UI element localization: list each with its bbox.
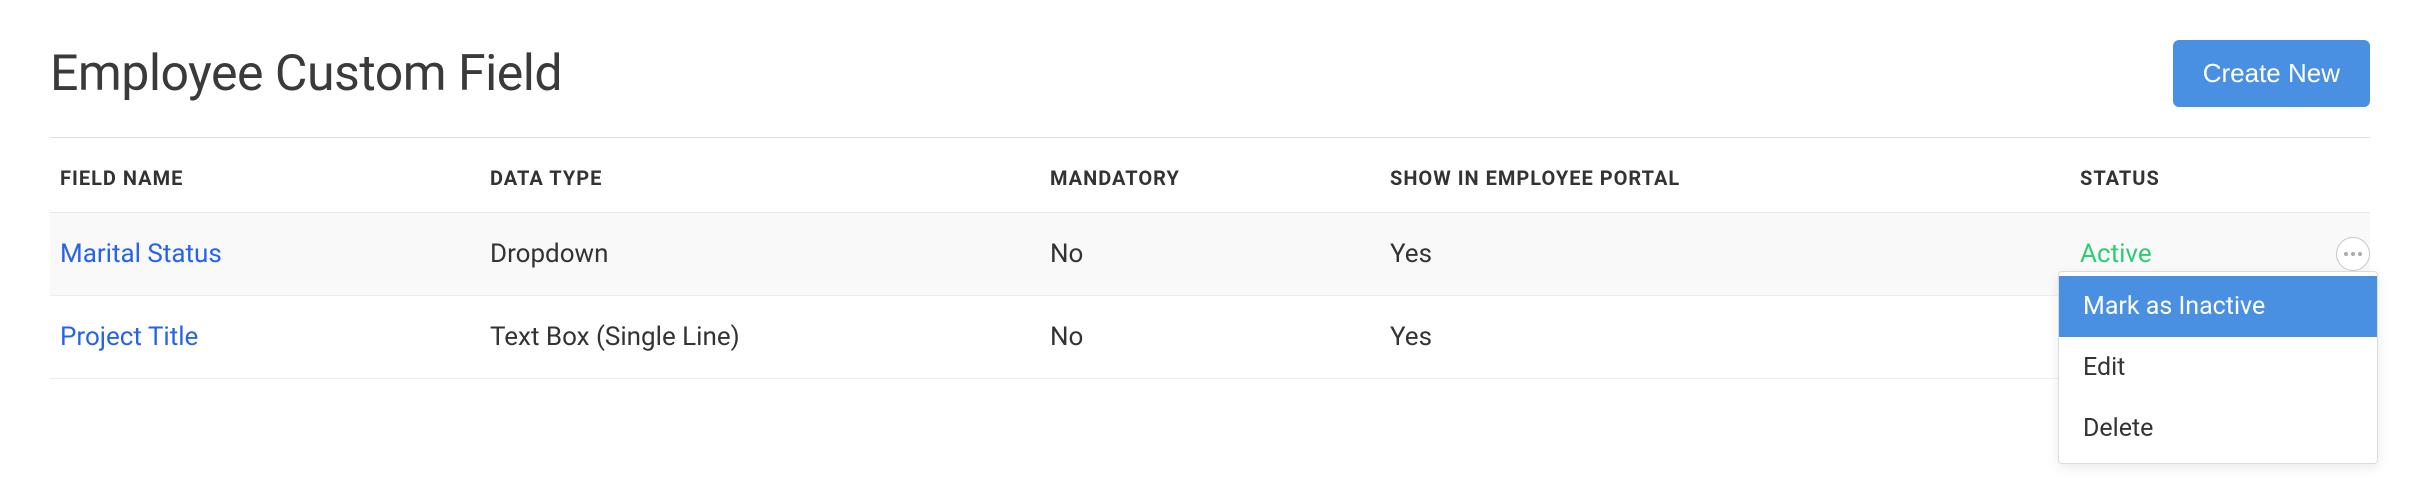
status-badge: Active — [2080, 239, 2152, 269]
dots-icon — [2344, 252, 2348, 256]
menu-item-edit[interactable]: Edit — [2059, 337, 2377, 398]
page-header: Employee Custom Field Create New — [50, 40, 2370, 138]
row-actions-menu: Mark as Inactive Edit Delete — [2058, 271, 2378, 464]
col-header-mandatory: Mandatory — [1040, 138, 1380, 213]
col-header-data-type: Data Type — [480, 138, 1040, 213]
table-header-row: Field Name Data Type Mandatory Show in E… — [50, 138, 2370, 213]
cell-data-type: Text Box (Single Line) — [480, 296, 1040, 379]
dots-icon — [2351, 252, 2355, 256]
table-row: Marital Status Dropdown No Yes Active Ma… — [50, 213, 2370, 296]
cell-mandatory: No — [1040, 213, 1380, 296]
custom-fields-table: Field Name Data Type Mandatory Show in E… — [50, 138, 2370, 379]
field-name-link[interactable]: Project Title — [60, 322, 198, 352]
col-header-show-in-portal: Show in Employee Portal — [1380, 138, 2070, 213]
create-new-button[interactable]: Create New — [2173, 40, 2370, 107]
col-header-field-name: Field Name — [50, 138, 480, 213]
menu-item-mark-inactive[interactable]: Mark as Inactive — [2059, 276, 2377, 337]
table-row: Project Title Text Box (Single Line) No … — [50, 296, 2370, 379]
cell-data-type: Dropdown — [480, 213, 1040, 296]
cell-show-in-portal: Yes — [1380, 296, 2070, 379]
row-actions-button[interactable] — [2336, 237, 2370, 271]
page-title: Employee Custom Field — [50, 45, 562, 103]
dots-icon — [2358, 252, 2362, 256]
cell-mandatory: No — [1040, 296, 1380, 379]
field-name-link[interactable]: Marital Status — [60, 239, 222, 269]
cell-show-in-portal: Yes — [1380, 213, 2070, 296]
page-container: Employee Custom Field Create New Field N… — [0, 0, 2420, 379]
col-header-status: Status — [2070, 138, 2370, 213]
menu-item-delete[interactable]: Delete — [2059, 398, 2377, 459]
